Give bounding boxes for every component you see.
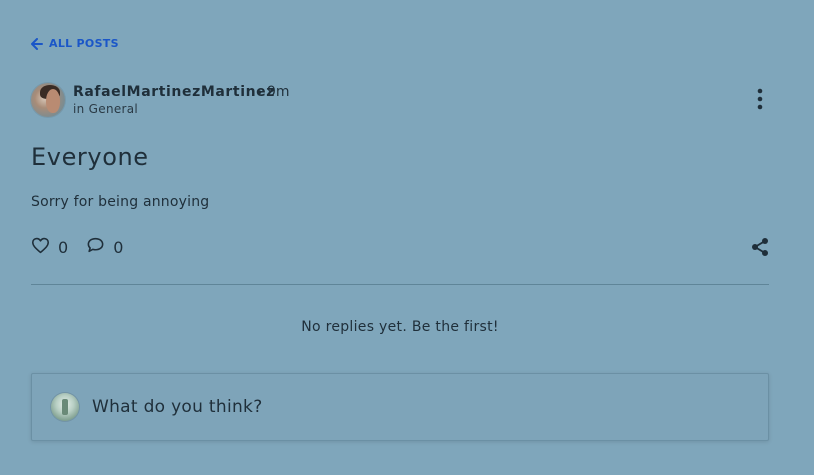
post-actions: 0 0 xyxy=(31,236,141,258)
all-posts-link[interactable]: ALL POSTS xyxy=(31,37,119,50)
arrow-left-icon xyxy=(31,37,43,50)
post-title: Everyone xyxy=(31,143,149,171)
no-replies-message: No replies yet. Be the first! xyxy=(301,319,499,335)
reply-placeholder: What do you think? xyxy=(92,397,263,417)
reply-input[interactable]: What do you think? xyxy=(31,373,769,441)
post-header: RafaelMartinezMartinez • 9m in General xyxy=(31,83,769,119)
like-button[interactable]: 0 xyxy=(31,237,68,258)
share-icon xyxy=(750,238,770,261)
current-user-avatar xyxy=(51,393,79,421)
comment-button[interactable]: 0 xyxy=(86,236,123,258)
heart-icon xyxy=(31,237,50,258)
category-link[interactable]: General xyxy=(89,102,138,116)
more-vertical-icon xyxy=(757,88,763,114)
like-count: 0 xyxy=(58,237,69,257)
all-posts-label: ALL POSTS xyxy=(49,37,119,50)
divider xyxy=(31,284,769,285)
comment-icon xyxy=(86,236,105,258)
more-options-button[interactable] xyxy=(753,87,767,115)
post-body: Sorry for being annoying xyxy=(31,194,210,210)
comment-count: 0 xyxy=(113,237,124,257)
meta-separator: • xyxy=(256,86,264,100)
author-name[interactable]: RafaelMartinezMartinez xyxy=(73,84,275,100)
share-button[interactable] xyxy=(750,237,770,257)
category-prefix: in xyxy=(73,102,85,116)
author-avatar[interactable] xyxy=(31,83,65,117)
post-page: ALL POSTS RafaelMartinezMartinez • 9m in… xyxy=(0,0,814,475)
post-category: in General xyxy=(73,102,138,116)
post-time: 9m xyxy=(267,84,290,100)
